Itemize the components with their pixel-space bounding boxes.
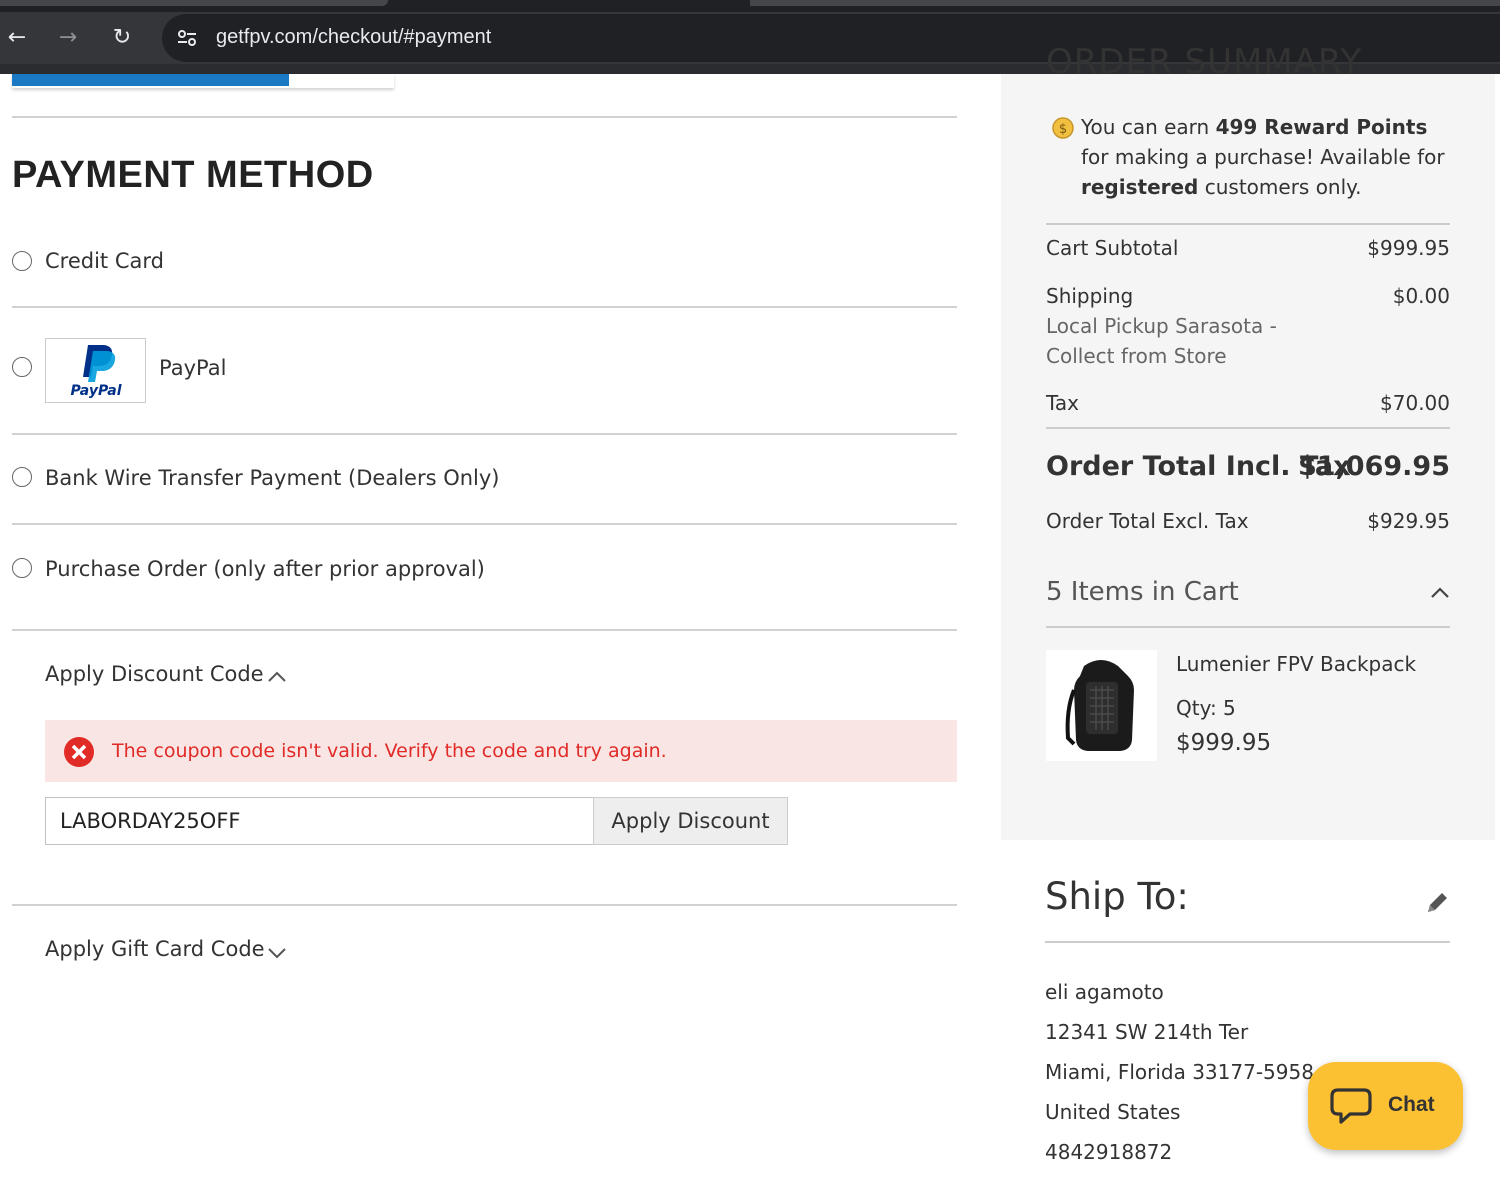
divider	[12, 306, 957, 308]
backpack-icon	[1065, 660, 1134, 751]
product-name[interactable]: Lumenier FPV Backpack	[1176, 652, 1416, 676]
reward-text-suffix: customers only.	[1198, 175, 1362, 199]
product-image[interactable]	[1046, 650, 1157, 761]
purchase-order-label[interactable]: Purchase Order (only after prior approva…	[45, 557, 485, 581]
tab-strip	[0, 0, 1500, 12]
pencil-icon[interactable]	[1424, 890, 1450, 916]
cart-subtotal-value: $999.95	[1367, 236, 1450, 260]
reward-coin-icon: $	[1052, 117, 1074, 139]
items-in-cart-toggle[interactable]: 5 Items in Cart	[1046, 577, 1239, 607]
url-text[interactable]: getfpv.com/checkout/#payment	[216, 26, 491, 49]
chevron-up-icon[interactable]	[1429, 582, 1451, 604]
cart-subtotal-label: Cart Subtotal	[1046, 236, 1179, 260]
back-icon[interactable]: ←	[2, 24, 32, 54]
ship-to-title: Ship To:	[1045, 875, 1189, 918]
bank-wire-radio[interactable]	[12, 467, 32, 487]
reward-text-prefix: You can earn	[1081, 115, 1216, 139]
divider	[12, 116, 957, 118]
order-total-incl-value: $1,069.95	[1297, 451, 1450, 482]
shipping-method-line1: Local Pickup Sarasota -	[1046, 314, 1277, 338]
credit-card-label[interactable]: Credit Card	[45, 249, 164, 273]
reload-icon[interactable]: ↻	[107, 24, 137, 54]
order-total-excl-label: Order Total Excl. Tax	[1046, 509, 1249, 533]
shipping-method-line2: Collect from Store	[1046, 344, 1227, 368]
paypal-logo-text: PayPal	[70, 383, 121, 399]
reward-text-middle: for making a purchase! Available for	[1081, 145, 1445, 169]
ship-phone: 4842918872	[1045, 1140, 1173, 1164]
checkout-progress-fill	[12, 74, 289, 86]
forward-icon[interactable]: →	[53, 24, 83, 54]
checkout-progress-bar	[12, 74, 394, 88]
credit-card-radio[interactable]	[12, 251, 32, 271]
bank-wire-label[interactable]: Bank Wire Transfer Payment (Dealers Only…	[45, 466, 500, 490]
divider	[12, 629, 957, 631]
purchase-order-radio[interactable]	[12, 558, 32, 578]
divider	[12, 433, 957, 435]
reward-points-notice: You can earn 499 Reward Points for makin…	[1081, 112, 1456, 202]
order-summary-title: ORDER SUMMARY	[1046, 42, 1363, 82]
order-total-excl-value: $929.95	[1367, 509, 1450, 533]
tax-value: $70.00	[1380, 391, 1450, 415]
paypal-logo: PayPal	[45, 338, 146, 403]
error-icon	[64, 737, 94, 767]
divider	[1046, 626, 1450, 628]
coupon-error-message: The coupon code isn't valid. Verify the …	[45, 720, 957, 782]
discount-code-input[interactable]	[45, 797, 594, 845]
chevron-down-icon[interactable]	[266, 942, 288, 964]
svg-text:$: $	[1059, 122, 1067, 137]
shipping-label: Shipping	[1046, 284, 1134, 308]
product-price: $999.95	[1176, 730, 1272, 756]
divider	[1046, 223, 1450, 225]
divider	[1046, 427, 1450, 429]
ship-city: Miami, Florida 33177-5958	[1045, 1060, 1314, 1084]
product-qty: Qty: 5	[1176, 696, 1236, 720]
tax-label: Tax	[1046, 391, 1079, 415]
error-text: The coupon code isn't valid. Verify the …	[112, 740, 667, 762]
divider	[1045, 941, 1450, 943]
chat-bubble-icon	[1330, 1088, 1372, 1124]
browser-tab[interactable]	[750, 0, 1500, 6]
order-summary: ORDER SUMMARY $ You can earn 499 Reward …	[1001, 42, 1495, 840]
paypal-label[interactable]: PayPal	[159, 356, 226, 380]
reward-points-amount: 499 Reward Points	[1215, 115, 1428, 139]
site-settings-icon[interactable]	[176, 27, 198, 49]
chat-label[interactable]: Chat	[1388, 1093, 1435, 1117]
divider	[12, 523, 957, 525]
page-title: PAYMENT METHOD	[12, 154, 374, 196]
apply-gift-card-toggle[interactable]: Apply Gift Card Code	[45, 937, 265, 961]
apply-discount-button[interactable]: Apply Discount	[593, 797, 788, 845]
divider	[12, 904, 957, 906]
ship-street: 12341 SW 214th Ter	[1045, 1020, 1249, 1044]
chevron-up-icon[interactable]	[266, 666, 288, 688]
apply-discount-toggle[interactable]: Apply Discount Code	[45, 662, 264, 686]
shipping-value: $0.00	[1392, 284, 1450, 308]
ship-country: United States	[1045, 1100, 1181, 1124]
chat-button[interactable]: Chat	[1308, 1062, 1463, 1150]
paypal-radio[interactable]	[12, 357, 32, 377]
ship-name: eli agamoto	[1045, 980, 1164, 1004]
reward-registered-link[interactable]: registered	[1081, 175, 1198, 199]
paypal-icon: PayPal	[70, 345, 122, 399]
browser-tab-active[interactable]	[0, 0, 388, 6]
